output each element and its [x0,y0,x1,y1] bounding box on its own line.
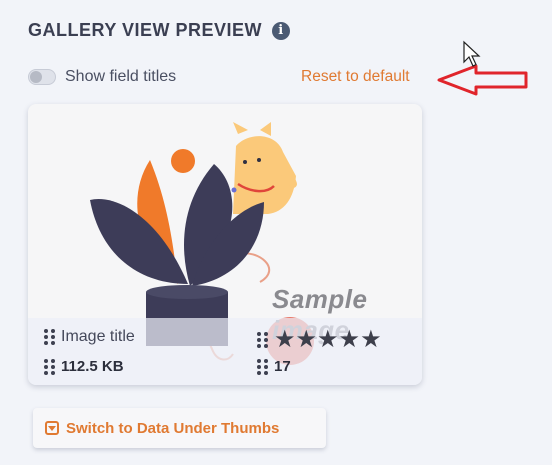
image-title-text: Image title [61,328,135,345]
gallery-card-preview: Sample image Image title ★★★★★ 112.5 KB … [28,104,422,385]
field-rating[interactable]: ★★★★★ [257,328,382,352]
rating-stars: ★★★★★ [274,326,382,353]
info-icon[interactable]: i [272,21,291,40]
reset-to-default-link[interactable]: Reset to default [301,68,410,86]
drag-handle-icon[interactable] [257,358,268,375]
mouse-cursor-icon [463,40,481,67]
drag-handle-icon[interactable] [44,358,55,375]
show-field-titles-row[interactable]: Show field titles [28,68,176,86]
drag-handle-icon[interactable] [257,332,268,348]
field-count[interactable]: 17 [257,358,291,375]
page-title: GALLERY VIEW PREVIEW [28,20,263,40]
switch-button-label: Switch to Data Under Thumbs [66,419,280,437]
toggle-knob [30,71,42,83]
field-image-title[interactable]: Image title [44,328,135,346]
show-field-titles-label: Show field titles [65,68,177,85]
field-file-size[interactable]: 112.5 KB [44,358,124,375]
show-field-titles-toggle[interactable] [28,69,56,85]
gallery-view-title: GALLERY VIEW PREVIEW i [28,20,291,41]
switch-to-data-under-thumbs-button[interactable]: Switch to Data Under Thumbs [33,408,326,448]
dropdown-icon [45,421,59,435]
drag-handle-icon[interactable] [44,329,55,345]
count-text: 17 [274,358,291,375]
file-size-text: 112.5 KB [61,358,124,375]
